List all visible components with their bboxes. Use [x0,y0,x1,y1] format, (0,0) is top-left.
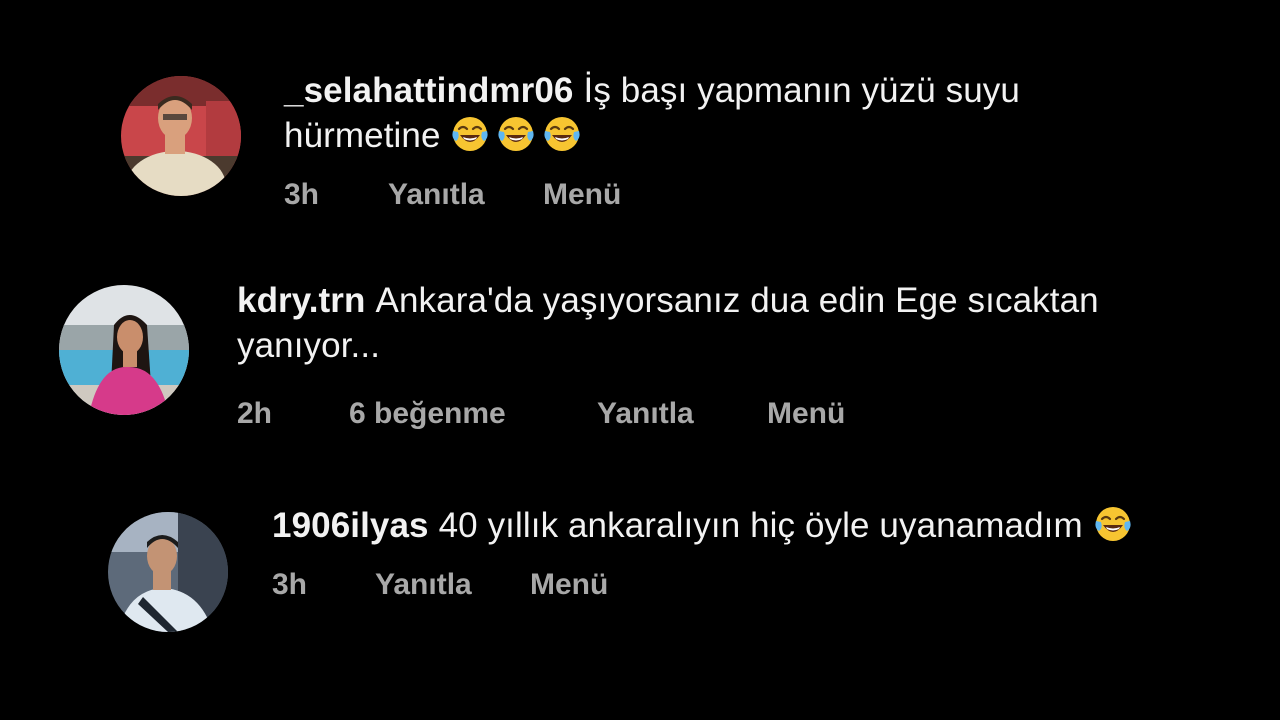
face-with-tears-of-joy-icon [450,114,490,154]
avatar[interactable] [59,285,189,415]
menu-button[interactable]: Menü [543,178,621,212]
comment-text: 40 yıllık ankaralıyın hiç öyle uyanamadı… [438,506,1083,545]
face-with-tears-of-joy-icon [542,114,582,154]
comment-timestamp: 2h [237,397,273,430]
likes-button[interactable]: 6 beğenme [349,397,506,431]
comment-timestamp: 3h [284,178,320,211]
avatar[interactable] [108,512,228,632]
comment-username[interactable]: _selahattindmr06 [284,71,574,110]
reply-button[interactable]: Yanıtla [375,568,472,602]
reply-button[interactable]: Yanıtla [388,178,485,212]
comment-body: kdry.trn Ankara'da yaşıyorsanız dua edin … [237,278,1237,368]
face-with-tears-of-joy-icon [1093,504,1133,544]
avatar[interactable] [121,76,241,196]
menu-button[interactable]: Menü [767,397,845,431]
reply-button[interactable]: Yanıtla [597,397,694,431]
comment-body: _selahattindmr06 İş başı yapmanın yüzü su… [284,68,1184,158]
menu-button[interactable]: Menü [530,568,608,602]
comment-text: Ankara'da yaşıyorsanız dua edin Ege sıca… [237,281,1099,365]
comment-timestamp: 3h [272,568,308,601]
face-with-tears-of-joy-icon [496,114,536,154]
comment-body: 1906ilyas 40 yıllık ankaralıyın hiç öyle … [272,503,1252,548]
comment-username[interactable]: kdry.trn [237,281,366,320]
comment-username[interactable]: 1906ilyas [272,506,429,545]
